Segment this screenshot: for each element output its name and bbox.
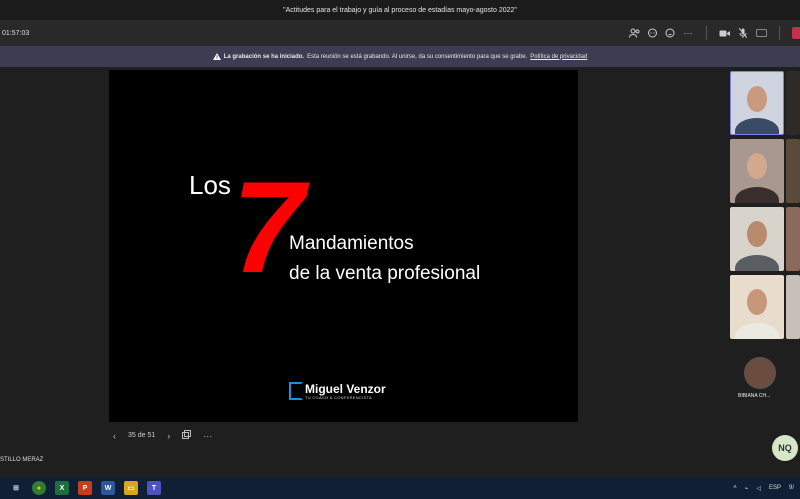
slide-pager: ‹ 35 de 51 › ··· xyxy=(113,430,212,441)
chrome-icon[interactable]: ● xyxy=(32,481,46,495)
more-options-icon[interactable]: ··· xyxy=(682,27,694,39)
slide-title-line2: de la venta profesional xyxy=(289,263,481,284)
slide-title-line1: Mandamientos xyxy=(289,233,414,254)
camera-icon[interactable] xyxy=(719,27,731,39)
speaker-logo: Miguel Venzor TU COACH & CONFERENCISTA xyxy=(289,382,386,400)
participant-silhouette xyxy=(735,118,779,134)
participant-video-tile[interactable] xyxy=(730,207,784,271)
chat-icon[interactable] xyxy=(646,27,658,39)
meeting-toolbar: 01:57:03 ··· xyxy=(0,20,800,46)
share-screen-icon[interactable] xyxy=(755,27,767,39)
participant-face xyxy=(747,289,767,315)
reactions-icon[interactable] xyxy=(664,27,676,39)
task-view-icon[interactable]: ⊞ xyxy=(9,481,23,495)
participant-face xyxy=(747,86,767,112)
participant-video-tile[interactable] xyxy=(786,275,800,339)
speech-bubble-icon xyxy=(289,382,303,400)
participant-video-tile[interactable] xyxy=(786,207,800,271)
file-explorer-icon[interactable]: ▭ xyxy=(124,481,138,495)
network-icon[interactable]: ⌁ xyxy=(745,485,749,492)
presenter-name: STILLO MERAZ xyxy=(0,457,44,463)
recording-banner-text: Esta reunión se está grabando. Al unirse… xyxy=(307,53,528,60)
title-bar: "Actitudes para el trabajo y guía al pro… xyxy=(0,0,800,20)
word-icon[interactable]: W xyxy=(101,481,115,495)
slide-more-button[interactable]: ··· xyxy=(203,431,212,441)
slide-word-los: Los xyxy=(189,170,231,200)
leave-button[interactable] xyxy=(792,27,800,39)
participant-silhouette xyxy=(735,323,779,339)
participant-video-tile[interactable] xyxy=(730,139,784,203)
next-slide-button[interactable]: › xyxy=(167,431,170,441)
language-indicator[interactable]: ESP xyxy=(769,485,781,491)
toolbar-controls: ··· xyxy=(628,20,800,46)
participant-rail: BIBIANA CH... NQ xyxy=(728,67,800,477)
participant-face xyxy=(747,221,767,247)
windows-taskbar: ⊞ ● X P W ▭ T ˄ ⌁ ◁ ESP 9/ xyxy=(0,477,800,499)
participants-icon[interactable] xyxy=(628,27,640,39)
excel-icon[interactable]: X xyxy=(55,481,69,495)
volume-icon[interactable]: ◁ xyxy=(756,485,761,492)
warning-icon xyxy=(212,53,221,60)
participant-face xyxy=(747,153,767,179)
teams-icon[interactable]: T xyxy=(147,481,161,495)
privacy-policy-link[interactable]: Política de privacidad xyxy=(530,54,587,60)
participant-video-tile[interactable] xyxy=(730,71,784,135)
clock[interactable]: 9/ xyxy=(789,485,794,491)
toolbar-divider xyxy=(706,26,707,40)
mic-icon[interactable] xyxy=(737,27,749,39)
window-title: "Actitudes para el trabajo y guía al pro… xyxy=(283,6,517,14)
toolbar-divider-2 xyxy=(779,26,780,40)
powerpoint-icon[interactable]: P xyxy=(78,481,92,495)
system-tray: ˄ ⌁ ◁ ESP 9/ xyxy=(733,477,794,499)
meeting-timer: 01:57:03 xyxy=(2,29,30,37)
participant-avatar-name: BIBIANA CH... xyxy=(738,393,771,399)
participant-video-tile[interactable] xyxy=(786,71,800,135)
logo-name: Miguel Venzor xyxy=(305,381,386,396)
participant-video-tile[interactable] xyxy=(730,275,784,339)
shared-content-stage: 7 Los Mandamientos de la venta profesion… xyxy=(0,67,728,477)
recording-banner: La grabación se ha iniciado. Esta reunió… xyxy=(0,46,800,67)
participant-silhouette xyxy=(735,187,779,203)
slide-counter: 35 de 51 xyxy=(128,432,156,439)
participant-initials-avatar[interactable]: NQ xyxy=(772,435,798,461)
participant-avatar[interactable] xyxy=(744,357,776,389)
recording-banner-title: La grabación se ha iniciado. xyxy=(223,53,305,60)
presentation-slide: 7 Los Mandamientos de la venta profesion… xyxy=(109,70,578,422)
popout-icon[interactable] xyxy=(182,430,192,441)
tray-chevron-icon[interactable]: ˄ xyxy=(733,485,737,491)
participant-video-tile[interactable] xyxy=(786,139,800,203)
participant-silhouette xyxy=(735,255,779,271)
prev-slide-button[interactable]: ‹ xyxy=(113,431,116,441)
